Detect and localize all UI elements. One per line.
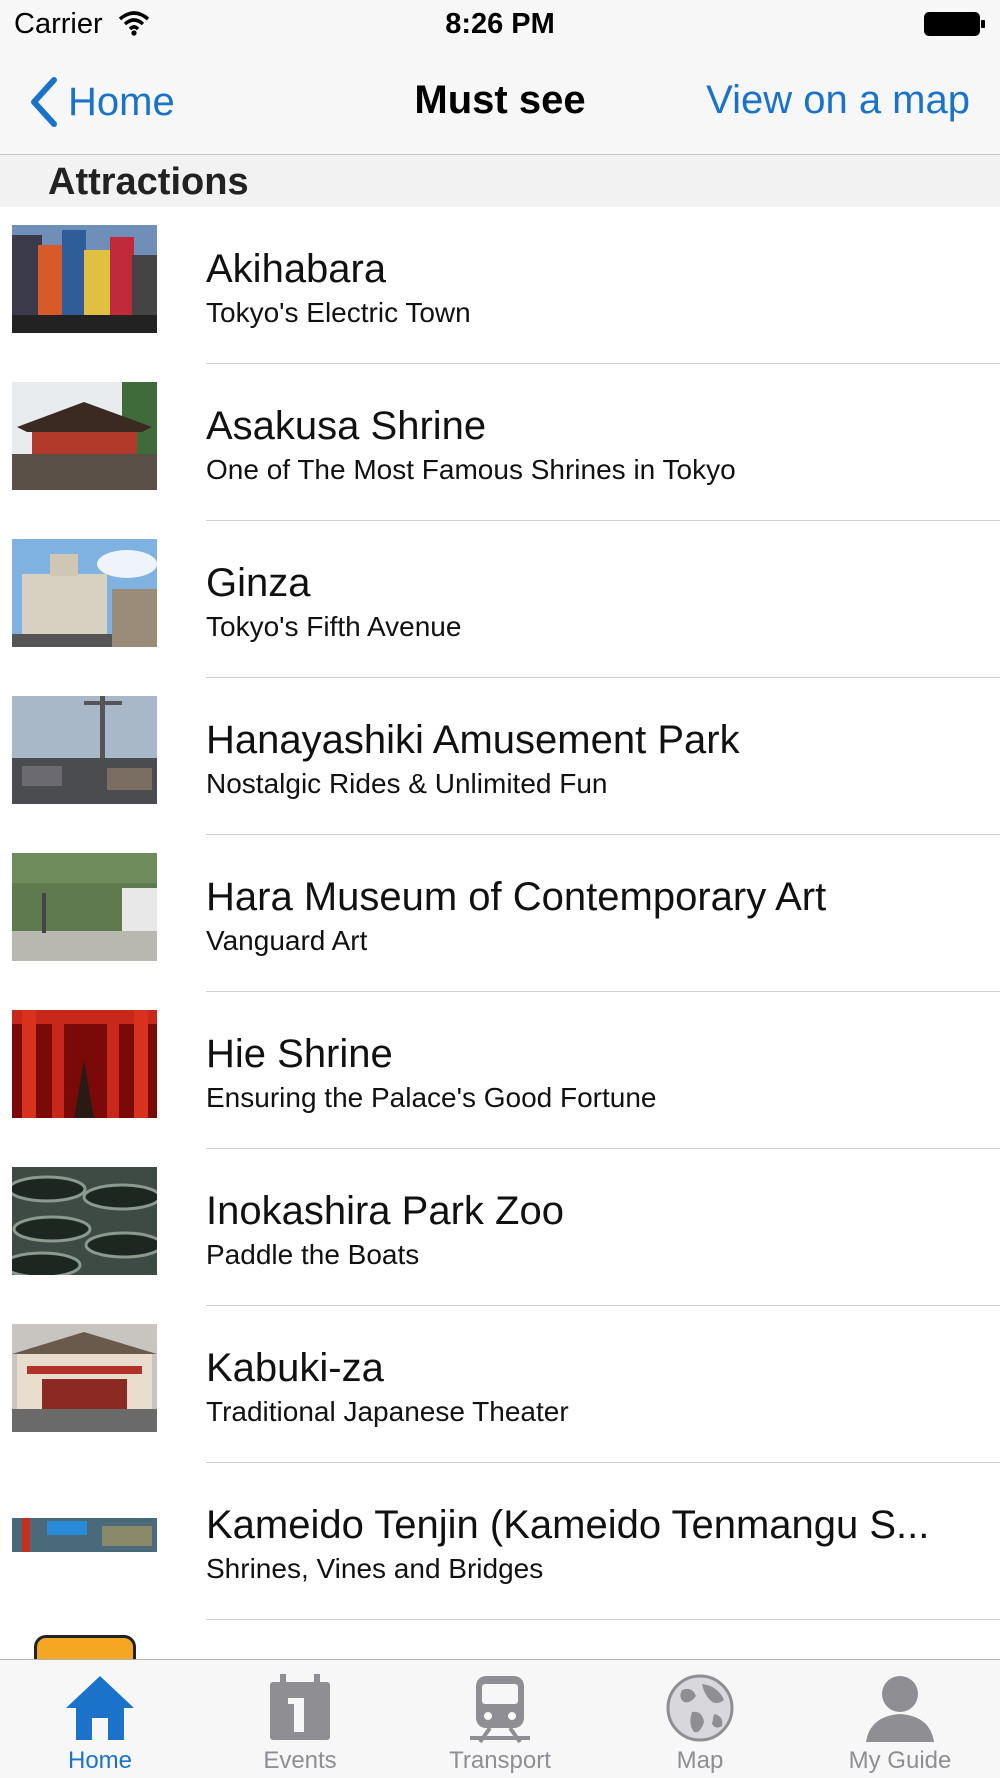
tab-my-guide[interactable]: My Guide <box>800 1660 1000 1778</box>
tab-label: Transport <box>449 1747 551 1774</box>
list-item-hie-shrine[interactable]: Hie Shrine Ensuring the Palace's Good Fo… <box>0 992 1000 1149</box>
list-item-hanayashiki[interactable]: Hanayashiki Amusement Park Nostalgic Rid… <box>0 678 1000 835</box>
partial-list-item-thumbnail <box>34 1635 136 1659</box>
row-divider <box>206 1619 1000 1620</box>
list-item-title: Hanayashiki Amusement Park <box>206 718 740 762</box>
list-item-subtitle: One of The Most Famous Shrines in Tokyo <box>206 454 736 485</box>
tab-events[interactable]: Events <box>200 1660 400 1778</box>
list-item-subtitle: Shrines, Vines and Bridges <box>206 1553 544 1584</box>
tab-map[interactable]: Map <box>600 1660 800 1778</box>
section-title: Attractions <box>48 161 249 203</box>
tab-bar: Home Events Transport Map My Guide <box>0 1659 1000 1778</box>
tab-home[interactable]: Home <box>0 1660 200 1778</box>
calendar-icon <box>270 1674 330 1740</box>
tab-label: Events <box>263 1747 337 1774</box>
list-item-title: Kabuki-za <box>206 1346 384 1390</box>
status-bar: Carrier 8:26 PM <box>0 0 1000 52</box>
list-item-subtitle: Vanguard Art <box>206 925 368 956</box>
list-item-subtitle: Tokyo's Fifth Avenue <box>206 611 462 642</box>
list-item-hara-museum[interactable]: Hara Museum of Contemporary Art Vanguard… <box>0 835 1000 992</box>
list-item-subtitle: Tokyo's Electric Town <box>206 297 471 328</box>
navigation-bar: Home Must see View on a map <box>0 52 1000 155</box>
boats-photo <box>12 1167 157 1275</box>
list-item-kabuki-za[interactable]: Kabuki-za Traditional Japanese Theater <box>0 1306 1000 1463</box>
list-item-subtitle: Nostalgic Rides & Unlimited Fun <box>206 768 608 799</box>
chevron-left-icon <box>31 77 57 127</box>
view-on-map-button[interactable]: View on a map <box>706 78 970 123</box>
akihabara-photo <box>12 225 157 333</box>
list-item-title: Hie Shrine <box>206 1032 393 1076</box>
attractions-list[interactable]: Akihabara Tokyo's Electric Town Asakusa … <box>0 207 1000 1659</box>
list-item-title: Asakusa Shrine <box>206 404 487 448</box>
list-item-subtitle: Traditional Japanese Theater <box>206 1396 569 1427</box>
torii-photo <box>12 1010 157 1118</box>
amusement-park-photo <box>12 696 157 804</box>
list-item-title: Akihabara <box>206 247 387 291</box>
home-icon <box>66 1676 134 1740</box>
ginza-photo <box>12 539 157 647</box>
tenjin-photo <box>12 1481 157 1589</box>
list-item-kameido-tenjin[interactable]: Kameido Tenjin (Kameido Tenmangu S... Sh… <box>0 1463 1000 1620</box>
tab-label: Map <box>676 1747 724 1774</box>
status-time: 8:26 PM <box>445 8 555 40</box>
train-icon <box>470 1676 530 1744</box>
tab-label: My Guide <box>848 1747 952 1774</box>
tab-label: Home <box>67 1747 133 1774</box>
list-item-subtitle: Ensuring the Palace's Good Fortune <box>206 1082 657 1113</box>
globe-icon <box>666 1674 734 1742</box>
list-item-asakusa-shrine[interactable]: Asakusa Shrine One of The Most Famous Sh… <box>0 364 1000 521</box>
battery-icon <box>924 12 985 36</box>
tab-transport[interactable]: Transport <box>400 1660 600 1778</box>
theater-photo <box>12 1324 157 1432</box>
shrine-photo <box>12 382 157 490</box>
list-item-ginza[interactable]: Ginza Tokyo's Fifth Avenue <box>0 521 1000 678</box>
list-item-title: Inokashira Park Zoo <box>206 1189 564 1233</box>
list-item-title: Ginza <box>206 561 311 605</box>
person-icon <box>866 1676 934 1742</box>
list-item-subtitle: Paddle the Boats <box>206 1239 420 1270</box>
back-button[interactable]: Home <box>28 74 175 130</box>
list-item-title: Kameido Tenjin (Kameido Tenmangu S... <box>206 1503 930 1547</box>
list-item-inokashira-zoo[interactable]: Inokashira Park Zoo Paddle the Boats <box>0 1149 1000 1306</box>
back-button-label: Home <box>68 79 175 124</box>
section-header: Attractions <box>0 155 1000 207</box>
museum-photo <box>12 853 157 961</box>
list-item-akihabara[interactable]: Akihabara Tokyo's Electric Town <box>0 207 1000 364</box>
list-item-title: Hara Museum of Contemporary Art <box>206 875 827 919</box>
